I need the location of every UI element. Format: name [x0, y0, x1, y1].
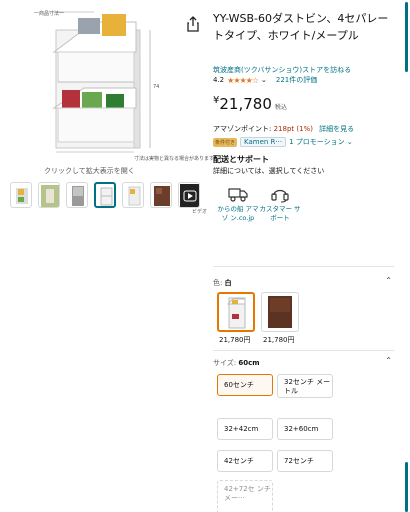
color-price-white: 21,780円 [219, 336, 251, 344]
size-label: サイズ: [213, 359, 237, 367]
brown-swatch [268, 296, 292, 328]
points-details-link[interactable]: 詳細を見る [319, 125, 354, 133]
review-count-link[interactable]: 221件の評価 [276, 75, 317, 85]
scrollbar-thumb[interactable] [405, 2, 408, 72]
product-title: YY-WSB-60ダストビン、4セパレートタイプ、ホワイト/メープル [213, 12, 389, 42]
rating-row: 4.2 ★★★★☆ ⌄ 221件の評価 [213, 75, 317, 85]
delivery-note: 詳細については、選択してください [213, 167, 325, 175]
thumb-6[interactable] [150, 182, 172, 208]
share-icon[interactable] [186, 16, 200, 32]
color-section-header[interactable]: 色: 白 [213, 278, 232, 288]
color-option-brown[interactable] [261, 292, 299, 332]
color-price-brown: 21,780円 [263, 336, 295, 344]
chevron-up-icon[interactable]: ⌃ [385, 356, 392, 365]
thumbnail-strip [10, 182, 206, 210]
thumb-image [128, 186, 141, 206]
thumb-1[interactable] [10, 182, 32, 208]
scrollbar-thumb[interactable] [405, 462, 408, 512]
thumb-image [41, 185, 59, 207]
thumb-3[interactable] [66, 182, 88, 208]
thumb-image [16, 188, 28, 204]
promotion-row: 条件付き Kamen R··· 1 プロモーション ⌄ [213, 137, 353, 147]
color-label: 色: [213, 279, 223, 287]
thumb-2[interactable] [38, 182, 60, 208]
size-note: 寸法は実物と異なる場合があります [134, 156, 215, 162]
price: ¥21,780 税込 [213, 95, 287, 113]
white-swatch [226, 297, 246, 329]
main-product-image[interactable]: 一商品寸法一 74 寸法は実物と異なる場合があります [32, 8, 214, 162]
star-rating-icon[interactable]: ★★★★☆ [227, 76, 259, 85]
thumb-video[interactable] [178, 182, 200, 208]
store-link[interactable]: 筑波産商(ツクバサンショウ)ストアを訪ねる [213, 65, 351, 75]
zoom-hint[interactable]: クリックして拡大表示を開く [44, 166, 135, 176]
size-section-header[interactable]: サイズ: 60cm [213, 358, 260, 368]
price-value: 21,780 [219, 95, 272, 113]
price-tax-label: 税込 [274, 104, 287, 111]
headset-icon [271, 189, 289, 203]
points-row: アマゾンポイント: 218pt (1%) 詳細を見る [213, 124, 354, 134]
promotion-count-link[interactable]: 1 プロモーション ⌄ [289, 137, 353, 147]
thumb-image [154, 186, 170, 206]
rating-value: 4.2 [213, 76, 225, 84]
truck-icon [228, 188, 248, 202]
shipping-label: からの船 アマゾ ン.co.jp [217, 205, 259, 222]
shipping-from-amazon[interactable]: からの船 アマゾ ン.co.jp [217, 184, 259, 223]
thumb-5[interactable] [122, 182, 144, 208]
thumb-image [100, 187, 113, 206]
size-option-72cm[interactable]: 72センチ [277, 450, 333, 472]
dust-bin-illustration [44, 11, 151, 153]
chevron-down-icon[interactable]: ⌄ [261, 76, 267, 84]
size-option-32cm[interactable]: 32センチ メートル [277, 374, 333, 398]
points-label: アマゾンポイント: [213, 125, 272, 133]
promo-badge: 条件付き [213, 137, 238, 147]
size-option-42cm[interactable]: 42センチ [217, 450, 273, 472]
height-label: 74 [153, 84, 160, 90]
size-option-42-72cm[interactable]: 42+72セ ンチメー··· [217, 480, 273, 512]
size-option-32-60cm[interactable]: 32+60cm [277, 418, 333, 440]
support-label: カスタマー サポート [259, 205, 301, 222]
divider [213, 266, 394, 267]
points-value: 218pt (1%) [273, 125, 313, 133]
thumb-4[interactable] [94, 182, 116, 208]
size-option-32-42cm[interactable]: 32+42cm [217, 418, 273, 440]
video-caption: ビデオ [192, 209, 208, 215]
dimension-label: 一商品寸法一 [34, 11, 65, 17]
promo-link[interactable]: Kamen R··· [240, 137, 287, 147]
chevron-up-icon[interactable]: ⌃ [385, 276, 392, 285]
color-selected: 白 [224, 279, 232, 287]
delivery-heading: 配送とサポート [213, 155, 269, 164]
customer-support[interactable]: カスタマー サポート [259, 184, 301, 223]
size-selected: 60cm [238, 359, 260, 367]
thumb-image [72, 186, 84, 206]
size-option-60cm[interactable]: 60センチ [217, 374, 273, 396]
divider [213, 350, 394, 351]
play-icon [180, 184, 199, 207]
color-option-white[interactable] [217, 292, 255, 332]
